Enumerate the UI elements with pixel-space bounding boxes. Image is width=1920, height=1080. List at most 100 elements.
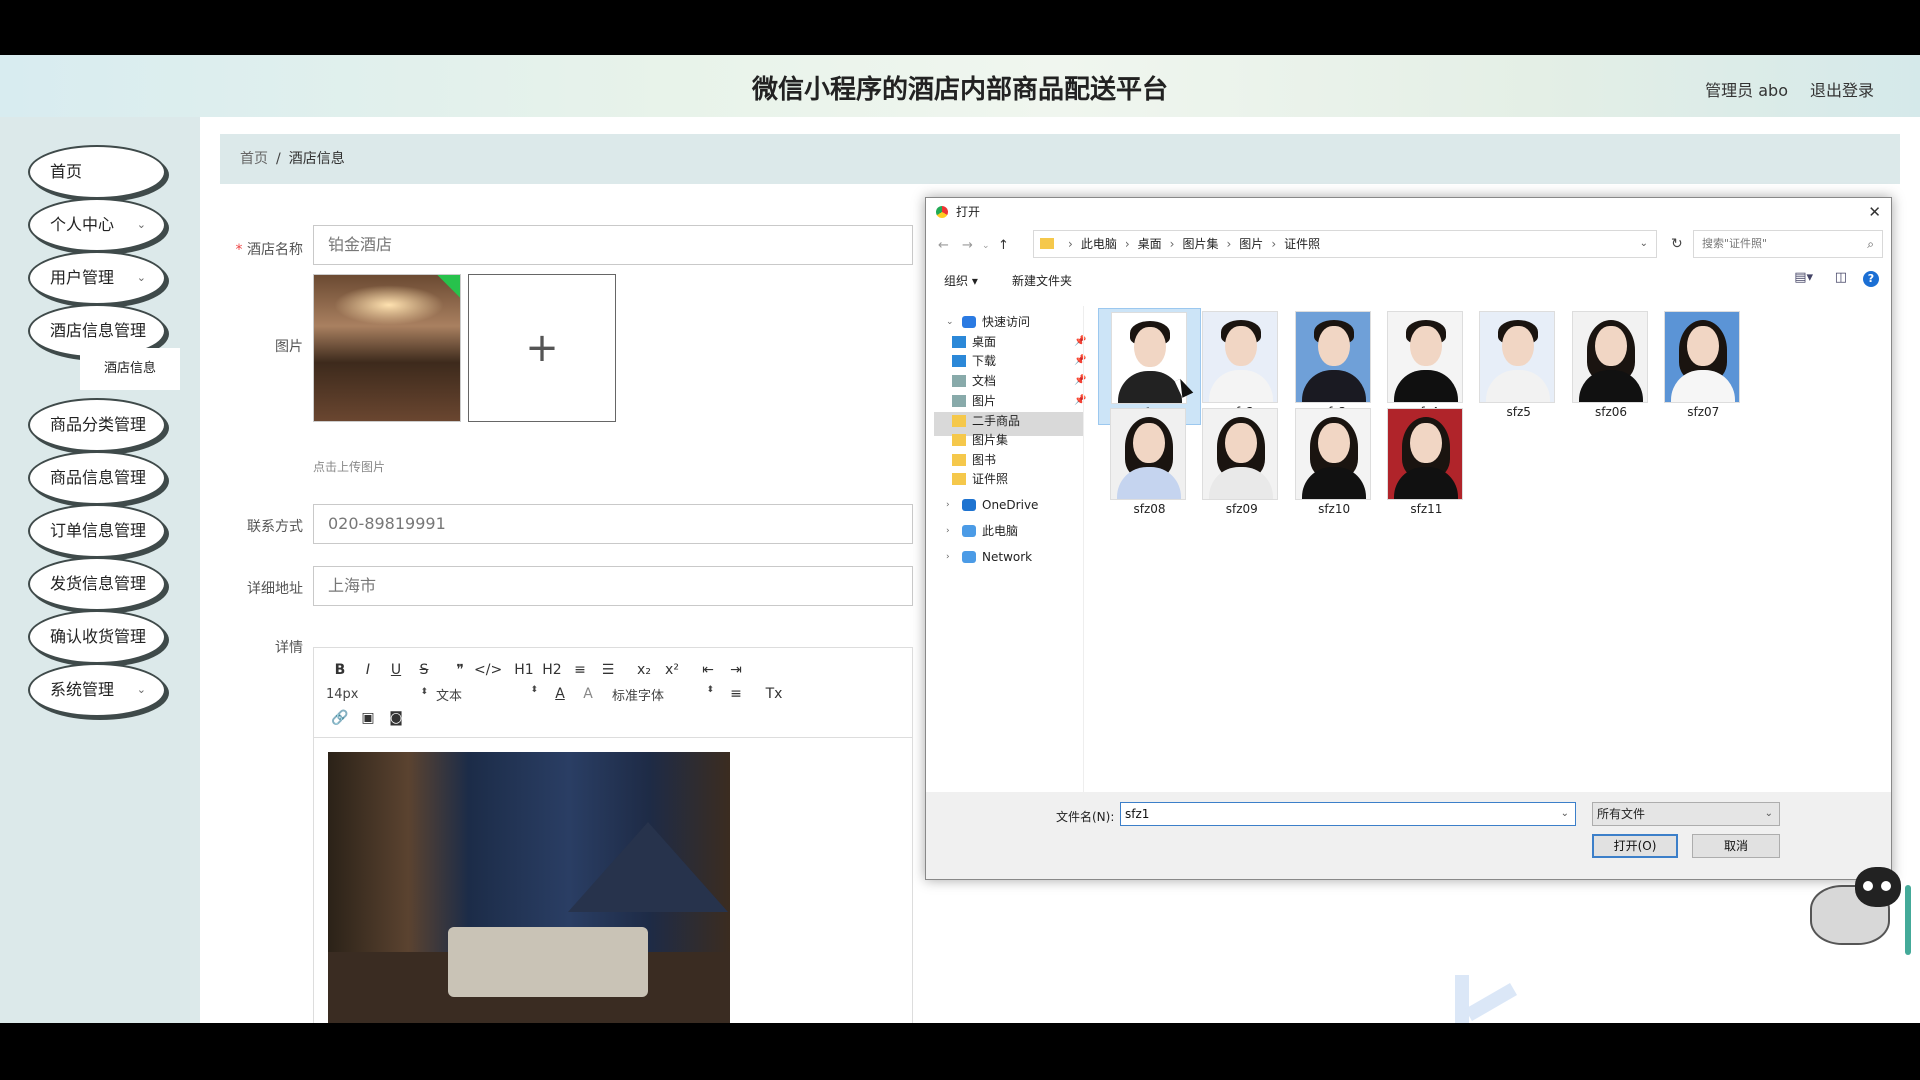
new-folder-button[interactable]: 新建文件夹 bbox=[1012, 272, 1072, 289]
search-input[interactable]: 搜索"证件照" ⌕ bbox=[1693, 230, 1883, 258]
filename-input[interactable]: sfz1 ⌄ bbox=[1120, 802, 1576, 826]
file-item[interactable]: sfz08 bbox=[1098, 405, 1201, 522]
address-input[interactable]: 上海市 bbox=[313, 566, 913, 606]
contact-input[interactable]: 020-89819991 bbox=[313, 504, 913, 544]
link-icon[interactable]: 🔗 bbox=[326, 710, 354, 726]
tree-item-label: 图片 bbox=[972, 394, 997, 408]
image-upload-button[interactable]: + bbox=[468, 274, 616, 422]
path-separator-icon[interactable]: › bbox=[1170, 237, 1175, 251]
help-icon[interactable]: ? bbox=[1863, 271, 1879, 287]
bold-button[interactable]: B bbox=[326, 662, 354, 678]
refresh-icon[interactable]: ↻ bbox=[1671, 236, 1683, 252]
up-icon[interactable]: ↑ bbox=[998, 238, 1009, 253]
path-segment[interactable]: 桌面 bbox=[1138, 237, 1162, 251]
file-item[interactable]: sfz11 bbox=[1375, 405, 1478, 522]
path-separator-icon[interactable]: › bbox=[1068, 237, 1073, 251]
file-item[interactable]: sfz07 bbox=[1652, 308, 1755, 425]
cancel-button[interactable]: 取消 bbox=[1692, 834, 1780, 858]
sidebar-item-2[interactable]: 用户管理 ⌄ bbox=[28, 251, 166, 305]
hotel-name-input[interactable]: 铂金酒店 bbox=[313, 225, 913, 265]
code-button[interactable]: </> bbox=[474, 662, 502, 678]
sidebar-item-4[interactable]: 商品分类管理 bbox=[28, 398, 166, 452]
tree-item-4[interactable]: 图片 📌 bbox=[952, 390, 1086, 412]
ordered-list-button[interactable]: ≡ bbox=[566, 662, 594, 678]
text-style-select[interactable]: 文本 ⬍ bbox=[436, 685, 546, 704]
font-size-select[interactable]: 14px ⬍ bbox=[326, 687, 436, 702]
chevron-down-icon[interactable]: ⌄ bbox=[946, 311, 954, 333]
sidebar-item-8[interactable]: 确认收货管理 bbox=[28, 610, 166, 664]
indent-button[interactable]: ⇥ bbox=[722, 662, 750, 678]
view-options-icon[interactable]: ▤▾ bbox=[1794, 270, 1813, 285]
chevron-down-icon[interactable]: ⌄ bbox=[1640, 231, 1648, 257]
path-separator-icon[interactable]: › bbox=[1271, 237, 1276, 251]
organize-button[interactable]: 组织 ▾ bbox=[944, 272, 978, 289]
chevron-right-icon[interactable]: › bbox=[946, 494, 950, 516]
hotel-name-label: * 酒店名称 bbox=[213, 239, 303, 259]
submenu-hotel-info[interactable]: 酒店信息 bbox=[80, 348, 180, 390]
recent-locations-icon[interactable]: ⌄ bbox=[982, 241, 990, 251]
tree-item-6[interactable]: 图片集 bbox=[952, 429, 1008, 451]
strike-button[interactable]: S bbox=[410, 662, 438, 678]
tree-item-9[interactable]: › OneDrive bbox=[946, 494, 1038, 516]
clear-format-button[interactable]: Tx bbox=[760, 686, 788, 702]
file-item[interactable]: sfz5 bbox=[1467, 308, 1570, 425]
chevron-right-icon[interactable]: › bbox=[946, 520, 950, 542]
background-color-button[interactable]: A bbox=[574, 686, 602, 702]
font-family-select[interactable]: 标准字体 ⬍ bbox=[612, 685, 722, 704]
sidebar-item-1[interactable]: 个人中心 ⌄ bbox=[28, 198, 166, 252]
preview-pane-icon[interactable]: ◫ bbox=[1835, 270, 1847, 285]
file-item[interactable]: sfz10 bbox=[1283, 405, 1386, 522]
sidebar-item-9[interactable]: 系统管理 ⌄ bbox=[28, 663, 166, 717]
address-bar[interactable]: › 此电脑 › 桌面 › 图片集 › 图片 › 证件照 ⌄ bbox=[1033, 230, 1657, 258]
h1-button[interactable]: H1 bbox=[510, 662, 538, 678]
chevron-down-icon: ⌄ bbox=[136, 683, 146, 696]
chevron-down-icon[interactable]: ⌄ bbox=[1561, 803, 1569, 825]
pane-divider[interactable] bbox=[1083, 306, 1084, 792]
subscript-button[interactable]: x₂ bbox=[630, 662, 658, 678]
tree-item-2[interactable]: 下载 📌 bbox=[952, 350, 1086, 372]
file-item[interactable]: sfz09 bbox=[1190, 405, 1293, 522]
tree-item-3[interactable]: 文档 📌 bbox=[952, 370, 1086, 392]
path-segment[interactable]: 图片 bbox=[1239, 237, 1263, 251]
video-icon[interactable]: ◙ bbox=[382, 710, 410, 726]
font-color-button[interactable]: A bbox=[546, 686, 574, 702]
logout-link[interactable]: 退出登录 bbox=[1810, 77, 1874, 101]
folder-icon bbox=[962, 525, 976, 537]
tree-item-8[interactable]: 证件照 bbox=[952, 468, 1008, 490]
blockquote-button[interactable]: ❞ bbox=[446, 662, 474, 678]
font-size-value: 14px bbox=[326, 686, 359, 702]
sidebar-item-0[interactable]: 首页 bbox=[28, 145, 166, 199]
tree-item-10[interactable]: › 此电脑 bbox=[946, 520, 1018, 542]
sidebar-item-5[interactable]: 商品信息管理 bbox=[28, 451, 166, 505]
align-button[interactable]: ≡ bbox=[722, 686, 750, 702]
tree-item-11[interactable]: › Network bbox=[946, 546, 1032, 568]
superscript-button[interactable]: x² bbox=[658, 662, 686, 678]
id-photo-thumbnail bbox=[1294, 408, 1371, 500]
sidebar-item-7[interactable]: 发货信息管理 bbox=[28, 557, 166, 611]
breadcrumb-home[interactable]: 首页 bbox=[240, 151, 268, 167]
rich-text-editor: B I U S ❞ </> H1 H2 ≡ ☰ x₂ x² ⇤ ⇥ 14px ⬍ 文本 ⬍ A A 标准字体 ⬍… bbox=[313, 647, 913, 1023]
sidebar-item-label: 商品信息管理 bbox=[50, 468, 147, 487]
sidebar-item-6[interactable]: 订单信息管理 bbox=[28, 504, 166, 558]
image-icon[interactable]: ▣ bbox=[354, 710, 382, 726]
path-segment[interactable]: 证件照 bbox=[1284, 237, 1320, 251]
path-separator-icon[interactable]: › bbox=[1226, 237, 1231, 251]
filetype-select[interactable]: 所有文件 ⌄ bbox=[1592, 802, 1780, 826]
h2-button[interactable]: H2 bbox=[538, 662, 566, 678]
chevron-right-icon[interactable]: › bbox=[946, 546, 950, 568]
forward-icon[interactable]: → bbox=[962, 238, 973, 253]
path-segment[interactable]: 图片集 bbox=[1182, 237, 1218, 251]
file-name: sfz10 bbox=[1318, 502, 1351, 516]
uploaded-image-thumbnail[interactable] bbox=[313, 274, 461, 422]
open-button[interactable]: 打开(O) bbox=[1592, 834, 1678, 858]
tree-item-0[interactable]: ⌄ 快速访问 bbox=[946, 311, 1030, 333]
outdent-button[interactable]: ⇤ bbox=[694, 662, 722, 678]
bullet-list-button[interactable]: ☰ bbox=[594, 662, 622, 678]
path-separator-icon[interactable]: › bbox=[1125, 237, 1130, 251]
italic-button[interactable]: I bbox=[354, 662, 382, 678]
back-icon[interactable]: ← bbox=[938, 238, 949, 253]
underline-button[interactable]: U bbox=[382, 662, 410, 678]
close-icon[interactable]: ✕ bbox=[1868, 198, 1881, 226]
file-item[interactable]: sfz06 bbox=[1560, 308, 1663, 425]
path-segment[interactable]: 此电脑 bbox=[1081, 237, 1117, 251]
